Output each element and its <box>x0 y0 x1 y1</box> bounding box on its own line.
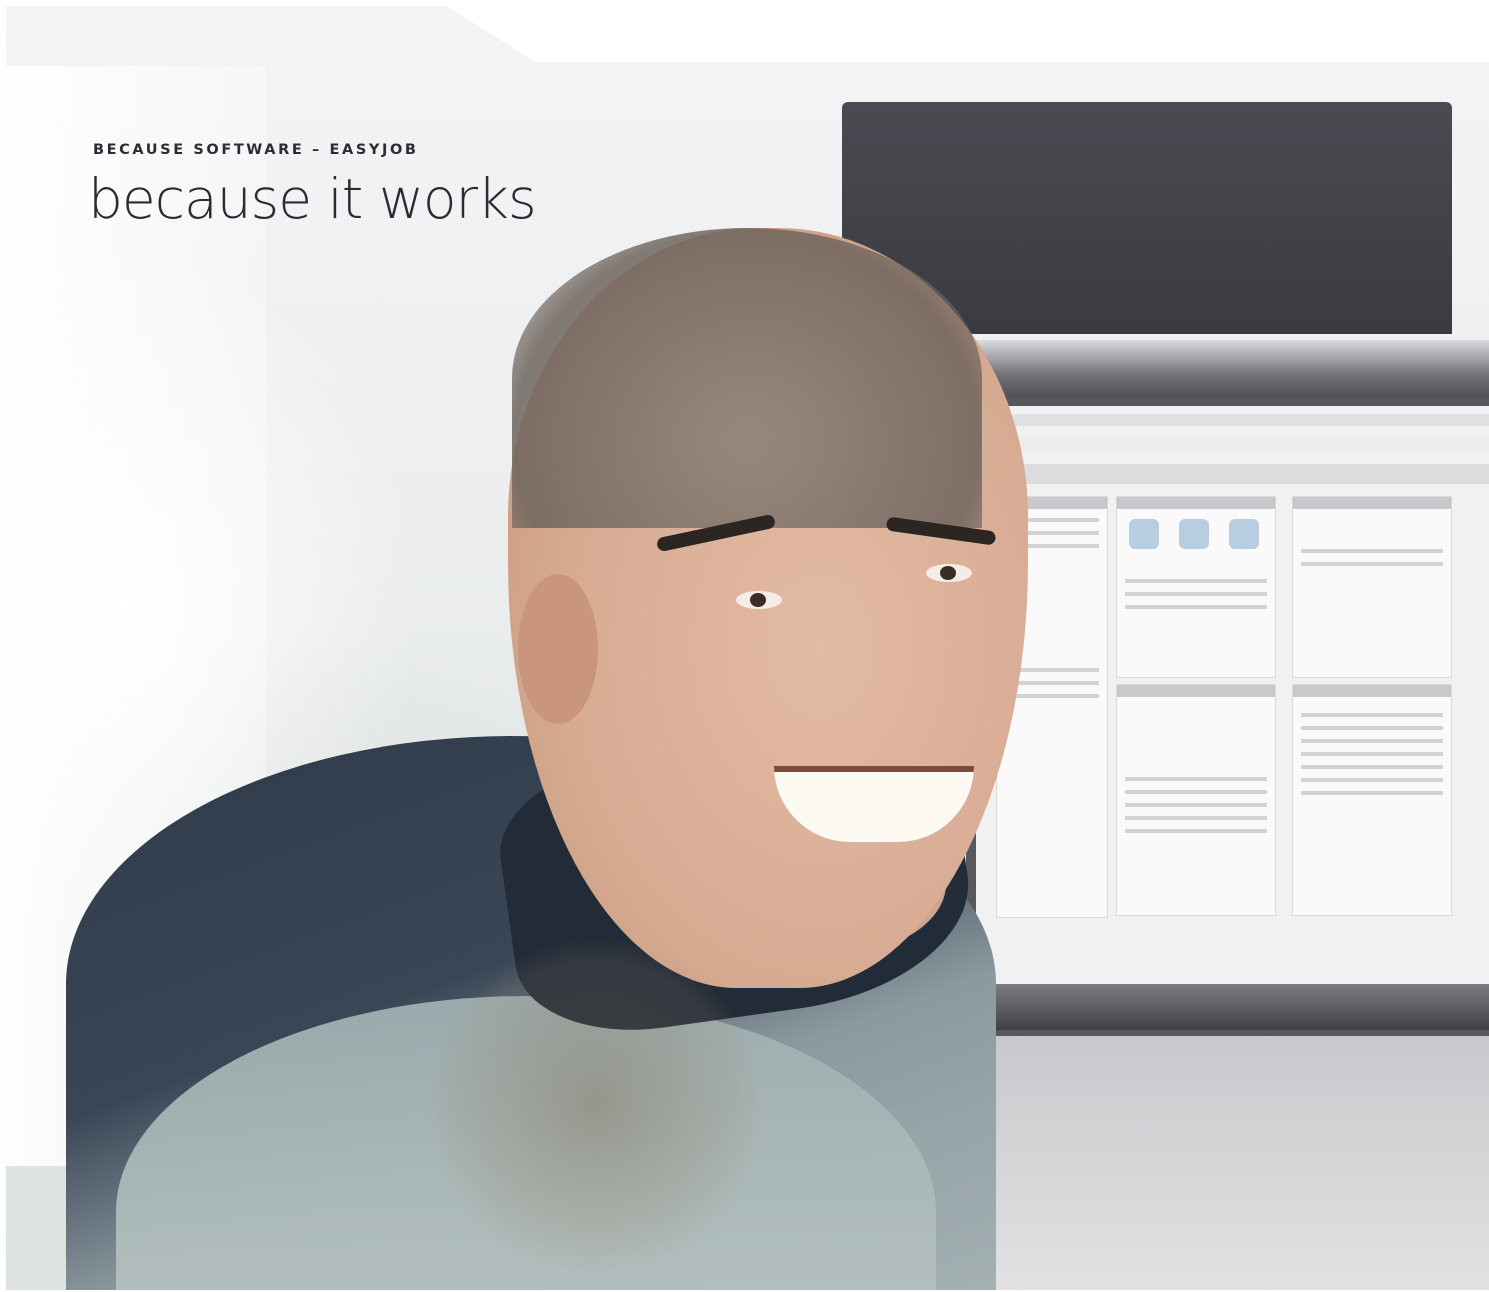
screen-panel <box>1116 496 1276 678</box>
screen-panel <box>1292 684 1452 916</box>
hero-section: BECAUSE SOFTWARE – EASYJOB because it wo… <box>0 0 1489 1292</box>
background-monitor-edge <box>952 340 1489 400</box>
person-hair <box>512 228 982 528</box>
person-eye-left <box>736 591 782 609</box>
hero-eyebrow: BECAUSE SOFTWARE – EASYJOB <box>93 142 419 158</box>
person-ear <box>518 574 598 724</box>
screen-tab-bar <box>976 436 1489 450</box>
screen-toolbar <box>976 464 1489 484</box>
screen-dock <box>966 984 1489 1030</box>
screen-panel <box>1116 684 1276 916</box>
screen-panel <box>1292 496 1452 678</box>
screen-title-bar <box>976 414 1489 426</box>
monitor-stand <box>952 1036 1489 1290</box>
monitor-screen <box>976 406 1489 996</box>
hero-headline: because it works <box>88 167 537 231</box>
person-eye-right <box>926 564 972 582</box>
lens-flare <box>426 936 766 1276</box>
